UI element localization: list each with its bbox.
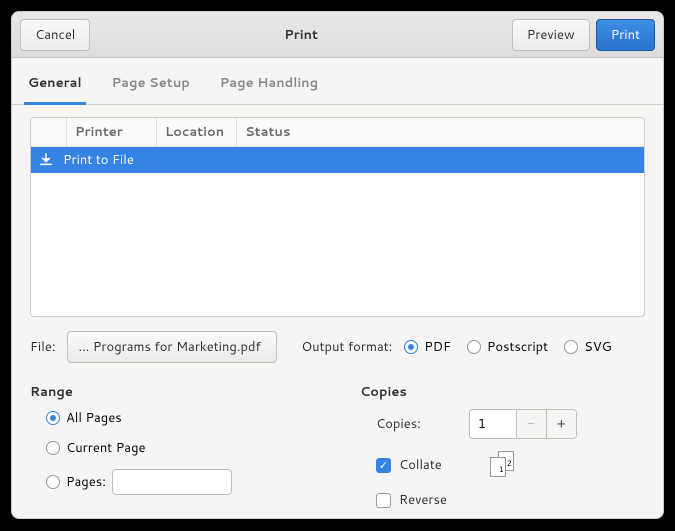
file-label: File: bbox=[30, 338, 55, 356]
range-pages-label: Pages: bbox=[66, 473, 106, 491]
range-title: Range bbox=[30, 383, 330, 401]
preview-button[interactable]: Preview bbox=[512, 19, 590, 51]
format-pdf-label: PDF bbox=[424, 338, 451, 356]
copies-input[interactable] bbox=[470, 410, 516, 438]
pages-input[interactable] bbox=[112, 469, 232, 495]
col-location[interactable]: Location bbox=[157, 118, 237, 146]
range-pages-radio[interactable]: Pages: bbox=[46, 469, 330, 495]
copies-spinner: − + bbox=[469, 409, 577, 439]
copies-label: Copies: bbox=[376, 415, 421, 433]
format-postscript-label: Postscript bbox=[487, 338, 548, 356]
format-svg-label: SVG bbox=[584, 338, 612, 356]
format-pdf-radio[interactable]: PDF bbox=[404, 338, 451, 356]
printer-name: Print to File bbox=[63, 151, 134, 169]
col-printer[interactable]: Printer bbox=[67, 118, 157, 146]
copies-decrement[interactable]: − bbox=[516, 410, 546, 438]
dialog-title: Print bbox=[90, 26, 511, 44]
printer-list-header: Printer Location Status bbox=[31, 118, 644, 147]
printer-list: Printer Location Status Print to File bbox=[30, 117, 645, 317]
collate-label: Collate bbox=[399, 456, 442, 474]
file-chooser-button[interactable]: … Programs for Marketing.pdf bbox=[67, 331, 277, 363]
range-all-radio[interactable]: All Pages bbox=[46, 409, 330, 427]
titlebar: Cancel Print Preview Print bbox=[12, 12, 663, 58]
cancel-button[interactable]: Cancel bbox=[20, 19, 90, 51]
print-button[interactable]: Print bbox=[596, 19, 655, 51]
format-postscript-radio[interactable]: Postscript bbox=[467, 338, 548, 356]
output-format-label: Output format: bbox=[301, 338, 392, 356]
collate-checkbox[interactable] bbox=[376, 458, 391, 473]
range-all-label: All Pages bbox=[66, 409, 122, 427]
printer-row-print-to-file[interactable]: Print to File bbox=[31, 147, 644, 173]
reverse-checkbox[interactable] bbox=[376, 493, 391, 508]
tab-general[interactable]: General bbox=[24, 68, 86, 105]
reverse-label: Reverse bbox=[399, 491, 447, 509]
collate-icon: 2 1 bbox=[490, 451, 518, 479]
copies-title: Copies bbox=[360, 383, 645, 401]
tab-page-handling[interactable]: Page Handling bbox=[216, 68, 322, 105]
range-current-label: Current Page bbox=[66, 439, 146, 457]
col-status[interactable]: Status bbox=[237, 118, 644, 146]
download-icon bbox=[39, 153, 53, 167]
range-current-radio[interactable]: Current Page bbox=[46, 439, 330, 457]
format-svg-radio[interactable]: SVG bbox=[564, 338, 612, 356]
tab-bar: General Page Setup Page Handling bbox=[12, 58, 663, 105]
tab-page-setup[interactable]: Page Setup bbox=[108, 68, 194, 105]
print-dialog: Cancel Print Preview Print General Page … bbox=[11, 11, 664, 519]
tab-content: Printer Location Status Print to File Fi… bbox=[12, 105, 663, 518]
copies-increment[interactable]: + bbox=[546, 410, 576, 438]
